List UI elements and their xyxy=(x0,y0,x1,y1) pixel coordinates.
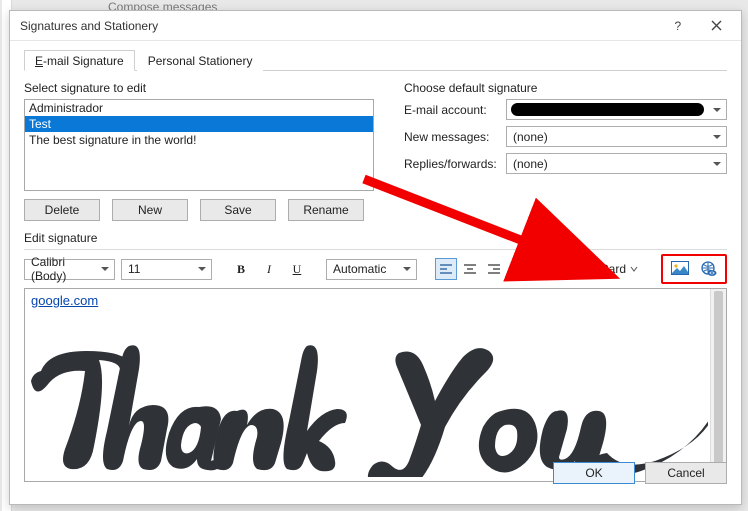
align-center-button[interactable] xyxy=(459,258,481,280)
signature-list[interactable]: Administrador Test The best signature in… xyxy=(24,99,374,191)
titlebar: Signatures and Stationery ? xyxy=(10,11,741,41)
new-messages-select[interactable]: (none) xyxy=(506,126,727,147)
help-button[interactable]: ? xyxy=(659,13,697,39)
align-left-button[interactable] xyxy=(435,258,457,280)
signature-editor[interactable]: google.com xyxy=(24,288,727,482)
highlighted-buttons-group xyxy=(661,254,727,284)
font-color-select[interactable]: Automatic xyxy=(326,259,417,280)
signatures-dialog: Signatures and Stationery ? E-mail Signa… xyxy=(9,10,742,505)
save-button[interactable]: Save xyxy=(200,199,276,221)
list-item[interactable]: The best signature in the world! xyxy=(25,132,373,148)
business-card-button[interactable]: Business Card xyxy=(523,258,643,280)
insert-hyperlink-button[interactable] xyxy=(697,258,719,280)
tabs: E-mail Signature Personal Stationery xyxy=(24,49,727,71)
editor-toolbar: Calibri (Body) 11 B I U Automatic xyxy=(24,256,727,282)
select-signature-label: Select signature to edit xyxy=(24,81,374,95)
editor-scrollbar[interactable] xyxy=(710,289,726,481)
bold-button[interactable]: B xyxy=(230,258,252,280)
redacted-account xyxy=(511,103,704,116)
replies-forwards-select[interactable]: (none) xyxy=(506,153,727,174)
picture-icon xyxy=(671,261,689,277)
edit-signature-label: Edit signature xyxy=(24,231,727,245)
ok-button[interactable]: OK xyxy=(553,462,635,484)
thank-you-image xyxy=(31,311,708,477)
align-right-button[interactable] xyxy=(483,258,505,280)
dialog-title: Signatures and Stationery xyxy=(20,19,659,33)
new-button[interactable]: New xyxy=(112,199,188,221)
delete-button[interactable]: Delete xyxy=(24,199,100,221)
font-size-select[interactable]: 11 xyxy=(121,259,212,280)
hyperlink-icon xyxy=(699,261,717,277)
editor-link[interactable]: google.com xyxy=(31,293,98,308)
list-item[interactable]: Test xyxy=(25,116,373,132)
tab-email-signature[interactable]: E-mail Signature xyxy=(24,50,135,71)
italic-button[interactable]: I xyxy=(258,258,280,280)
business-card-icon xyxy=(528,262,544,276)
list-item[interactable]: Administrador xyxy=(25,100,373,116)
underline-button[interactable]: U xyxy=(286,258,308,280)
email-account-select[interactable] xyxy=(506,99,727,120)
tab-personal-stationery[interactable]: Personal Stationery xyxy=(137,50,264,71)
new-messages-label: New messages: xyxy=(404,130,506,144)
font-select[interactable]: Calibri (Body) xyxy=(24,259,115,280)
replies-forwards-label: Replies/forwards: xyxy=(404,157,506,171)
insert-picture-button[interactable] xyxy=(669,258,691,280)
rename-button[interactable]: Rename xyxy=(288,199,364,221)
svg-text:?: ? xyxy=(675,20,682,32)
cancel-button[interactable]: Cancel xyxy=(645,462,727,484)
choose-default-label: Choose default signature xyxy=(404,81,727,95)
email-account-label: E-mail account: xyxy=(404,103,506,117)
close-button[interactable] xyxy=(697,13,735,39)
